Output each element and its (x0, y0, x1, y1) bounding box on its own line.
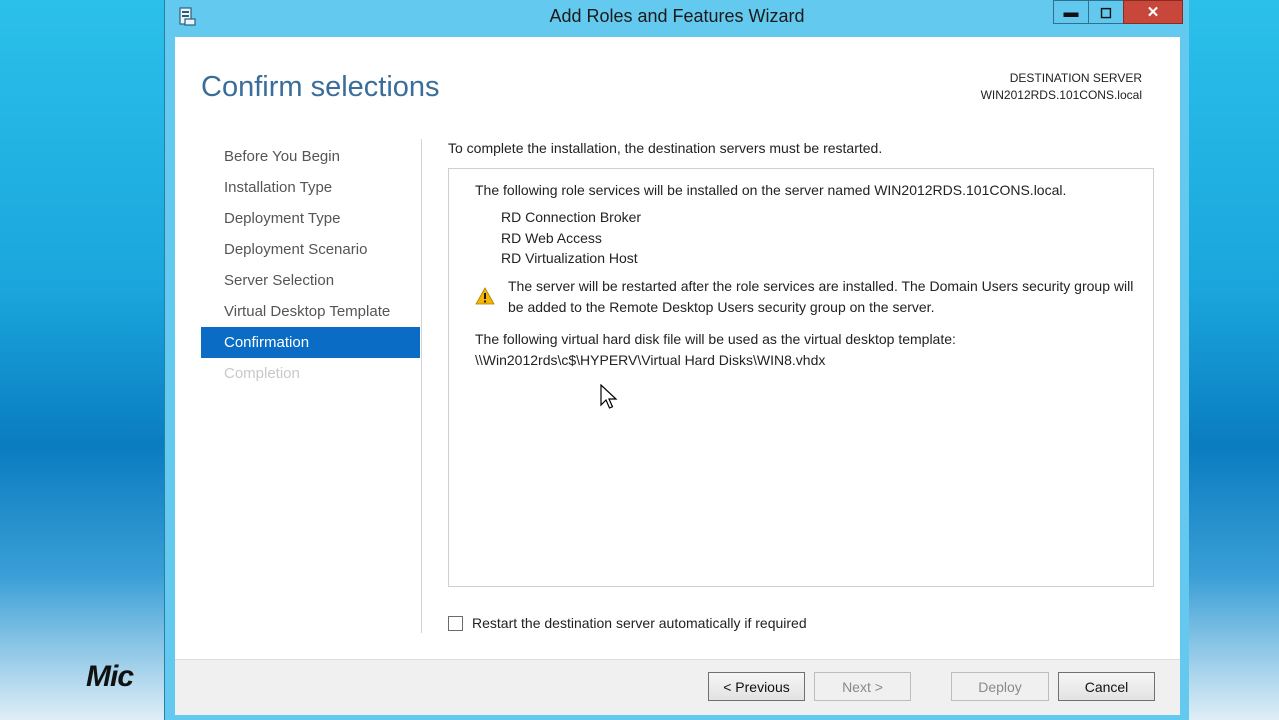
restart-checkbox-label[interactable]: Restart the destination server automatic… (472, 615, 807, 631)
role-services-intro: The following role services will be inst… (475, 182, 1067, 198)
title-bar[interactable]: Add Roles and Features Wizard ▬ ◻ ✕ (165, 0, 1189, 36)
destination-server-info: DESTINATION SERVER WIN2012RDS.101CONS.lo… (981, 70, 1142, 104)
brand-logo-text: Mic (86, 660, 134, 693)
service-item: RD Web Access (501, 230, 602, 246)
wizard-footer: < Previous Next > Deploy Cancel (175, 659, 1180, 715)
nav-item-before-you-begin[interactable]: Before You Begin (201, 141, 420, 172)
restart-note: To complete the installation, the destin… (448, 140, 883, 156)
confirmation-details-box: The following role services will be inst… (448, 168, 1154, 587)
cancel-button[interactable]: Cancel (1058, 672, 1155, 701)
previous-button[interactable]: < Previous (708, 672, 805, 701)
wizard-client-area: Confirm selections DESTINATION SERVER WI… (175, 37, 1180, 715)
service-item: RD Connection Broker (501, 209, 642, 225)
restart-checkbox[interactable] (448, 615, 463, 631)
nav-item-deployment-type[interactable]: Deployment Type (201, 203, 420, 234)
maximize-button[interactable]: ◻ (1088, 0, 1124, 24)
nav-item-installation-type[interactable]: Installation Type (201, 172, 420, 203)
nav-divider (421, 139, 422, 633)
destination-server-name: WIN2012RDS.101CONS.local (980, 88, 1142, 102)
close-button[interactable]: ✕ (1123, 0, 1183, 24)
vhd-path: \\Win2012rds\c$\HYPERV\Virtual Hard Disk… (475, 352, 826, 368)
mouse-cursor-icon (600, 384, 618, 409)
nav-item-deployment-scenario[interactable]: Deployment Scenario (201, 234, 420, 265)
service-item: RD Virtualization Host (501, 250, 638, 266)
page-title: Confirm selections (201, 71, 440, 103)
nav-item-server-selection[interactable]: Server Selection (201, 265, 420, 296)
destination-server-label: DESTINATION SERVER (1009, 71, 1142, 85)
nav-item-completion: Completion (224, 365, 300, 382)
vhd-intro: The following virtual hard disk file wil… (475, 331, 956, 347)
wizard-nav: Before You Begin Installation Type Deplo… (201, 141, 420, 389)
deploy-button[interactable]: Deploy (951, 672, 1049, 701)
restart-option[interactable]: Restart the destination server automatic… (448, 615, 807, 631)
wizard-window: Add Roles and Features Wizard ▬ ◻ ✕ Conf… (164, 0, 1189, 720)
warning-icon (475, 287, 495, 305)
nav-item-confirmation[interactable]: Confirmation (201, 327, 420, 358)
window-title: Add Roles and Features Wizard (549, 6, 805, 26)
restart-warning-text: The server will be restarted after the r… (508, 278, 1134, 315)
minimize-button[interactable]: ▬ (1053, 0, 1089, 24)
next-button[interactable]: Next > (814, 672, 911, 701)
nav-item-virtual-desktop-template[interactable]: Virtual Desktop Template (201, 296, 420, 327)
